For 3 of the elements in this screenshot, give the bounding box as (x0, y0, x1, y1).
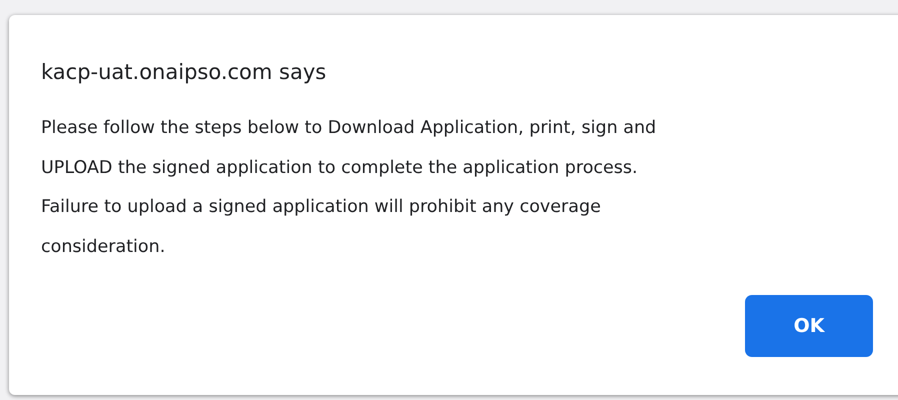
ok-button[interactable]: OK (745, 295, 873, 357)
dialog-title: kacp-uat.onaipso.com says (41, 59, 328, 86)
dialog-message: Please follow the steps below to Download Application, print, sign and UPLOAD the signed application to complete the application process. Failure to upload a signed application will prohibit any coverage consideration. (41, 117, 658, 258)
